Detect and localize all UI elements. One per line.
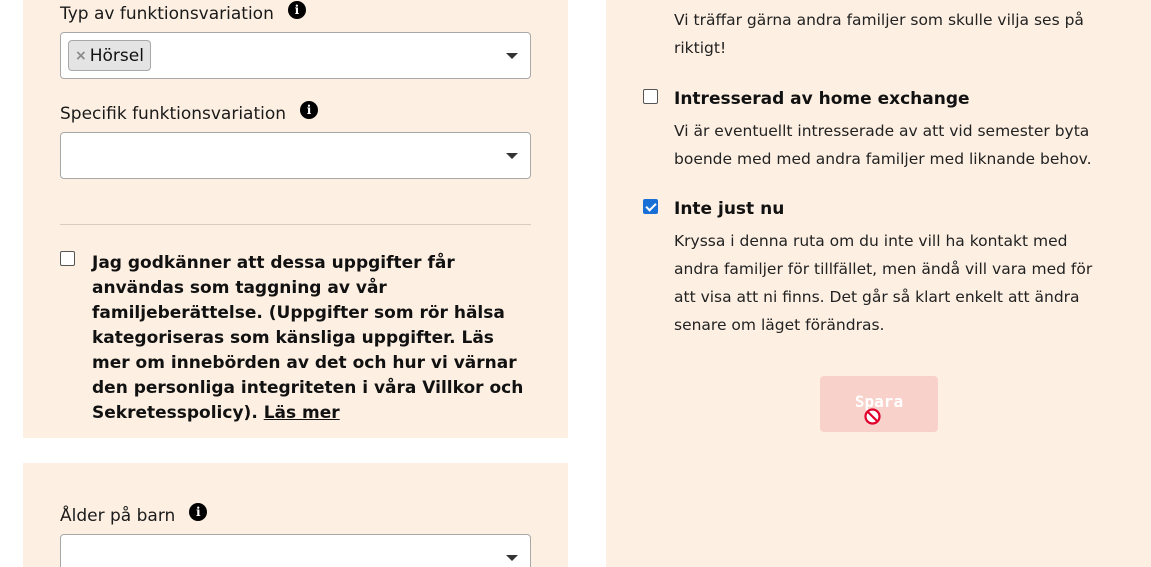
func-type-select[interactable]: × Hörsel	[60, 32, 531, 79]
meet-description: Vi träffar gärna andra familjer som skul…	[674, 11, 1084, 57]
child-age-label-row: Ålder på barn i	[60, 503, 208, 526]
dropdown-arrow-icon[interactable]	[506, 153, 518, 159]
consent-checkbox[interactable]	[60, 251, 75, 266]
func-type-label-row: Typ av funktionsvariation i	[60, 1, 306, 24]
child-age-select[interactable]	[60, 534, 531, 567]
specific-func-select[interactable]	[60, 132, 531, 179]
info-icon[interactable]: i	[189, 503, 208, 521]
tag-label: Hörsel	[89, 45, 144, 66]
not-allowed-cursor-icon	[864, 408, 881, 425]
consent-body: Jag godkänner att dessa uppgifter får an…	[92, 253, 524, 423]
home-exchange-checkbox[interactable]	[643, 89, 658, 104]
tag-remove-icon[interactable]: ×	[75, 48, 87, 64]
func-type-label: Typ av funktionsvariation	[60, 4, 274, 24]
divider	[60, 224, 531, 225]
not-now-title: Inte just nu	[674, 199, 785, 219]
home-exchange-title: Intresserad av home exchange	[674, 89, 970, 109]
consent-text: Jag godkänner att dessa uppgifter får an…	[92, 251, 537, 426]
dropdown-arrow-icon[interactable]	[506, 555, 518, 561]
info-icon[interactable]: i	[287, 1, 306, 19]
specific-func-label: Specifik funktionsvariation	[60, 104, 287, 124]
read-more-link[interactable]: Läs mer	[264, 403, 340, 423]
specific-func-label-row: Specifik funktionsvariation i	[60, 101, 319, 124]
info-icon[interactable]: i	[300, 101, 319, 119]
dropdown-arrow-icon[interactable]	[506, 53, 518, 59]
child-age-label: Ålder på barn	[60, 506, 176, 526]
not-now-description: Kryssa i denna ruta om du inte vill ha k…	[674, 232, 1093, 334]
selected-tag: × Hörsel	[68, 40, 151, 71]
home-exchange-description: Vi är eventuellt intresserade av att vid…	[674, 122, 1092, 168]
not-now-checkbox[interactable]	[643, 199, 658, 214]
